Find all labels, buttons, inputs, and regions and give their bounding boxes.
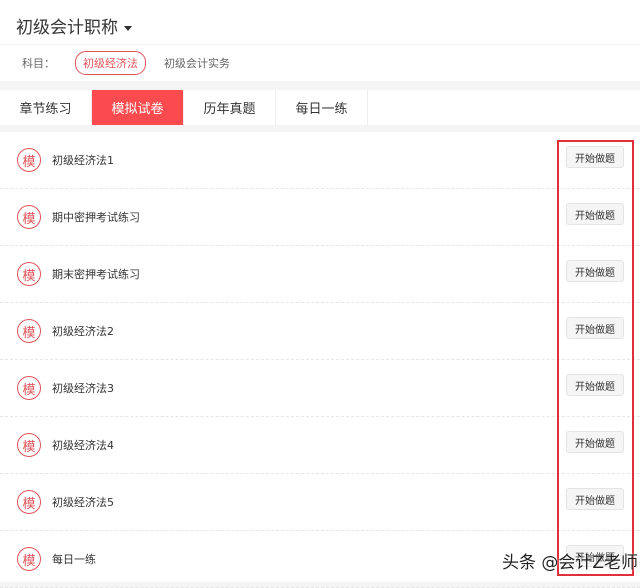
- exam-title: 初级经济法5: [52, 496, 114, 509]
- exam-title: 初级经济法1: [52, 154, 114, 167]
- list-item: 模初级经济法1 开始做题: [0, 132, 640, 189]
- dropdown-caret-icon[interactable]: [124, 25, 132, 31]
- exam-title: 初级经济法2: [52, 325, 114, 338]
- start-button[interactable]: 开始做题: [566, 431, 624, 453]
- start-button[interactable]: 开始做题: [566, 260, 624, 282]
- exam-title: 期末密押考试练习: [52, 268, 140, 281]
- subject-selector: 科目： 初级经济法 初级会计实务: [0, 45, 640, 81]
- tab-chapter-practice[interactable]: 章节练习: [0, 90, 92, 125]
- mock-exam-icon: 模: [17, 490, 41, 514]
- tab-daily-practice[interactable]: 每日一练: [276, 90, 368, 125]
- subject-chip[interactable]: 初级会计实务: [164, 55, 230, 71]
- start-button[interactable]: 开始做题: [566, 488, 624, 510]
- page-header[interactable]: 初级会计职称: [0, 0, 640, 44]
- mock-exam-icon: 模: [17, 319, 41, 343]
- tab-bar: 章节练习 模拟试卷 历年真题 每日一练: [0, 90, 640, 125]
- list-item: 模初级经济法3 开始做题: [0, 360, 640, 417]
- list-item: 模期末密押考试练习 开始做题: [0, 246, 640, 303]
- exam-title: 期中密押考试练习: [52, 211, 140, 224]
- start-button[interactable]: 开始做题: [566, 374, 624, 396]
- exam-list: 模初级经济法1 开始做题模期中密押考试练习 开始做题模期末密押考试练习 开始做题模初级…: [0, 132, 640, 588]
- list-item: 模初级经济法4 开始做题: [0, 417, 640, 474]
- mock-exam-icon: 模: [17, 547, 41, 571]
- mock-exam-icon: 模: [17, 148, 41, 172]
- mock-exam-icon: 模: [17, 376, 41, 400]
- exam-title: 初级经济法3: [52, 382, 114, 395]
- mock-exam-icon: 模: [17, 433, 41, 457]
- list-item: 模期中密押考试练习 开始做题: [0, 189, 640, 246]
- tab-past-exams[interactable]: 历年真题: [184, 90, 276, 125]
- list-item: 模初级经济法5 开始做题: [0, 474, 640, 531]
- subject-label: 科目：: [22, 57, 55, 70]
- exam-title: 每日一练: [52, 553, 96, 566]
- list-item: 模初级经济法2 开始做题: [0, 303, 640, 360]
- mock-exam-icon: 模: [17, 262, 41, 286]
- start-button[interactable]: 开始做题: [566, 317, 624, 339]
- mock-exam-icon: 模: [17, 205, 41, 229]
- watermark: 头条 @会计Z老师: [502, 553, 639, 573]
- exam-title: 初级经济法4: [52, 439, 114, 452]
- start-button[interactable]: 开始做题: [566, 146, 624, 168]
- tab-mock-exam[interactable]: 模拟试卷: [92, 90, 184, 125]
- page-title: 初级会计职称: [16, 18, 118, 38]
- subject-chip-active[interactable]: 初级经济法: [75, 51, 146, 75]
- start-button[interactable]: 开始做题: [566, 203, 624, 225]
